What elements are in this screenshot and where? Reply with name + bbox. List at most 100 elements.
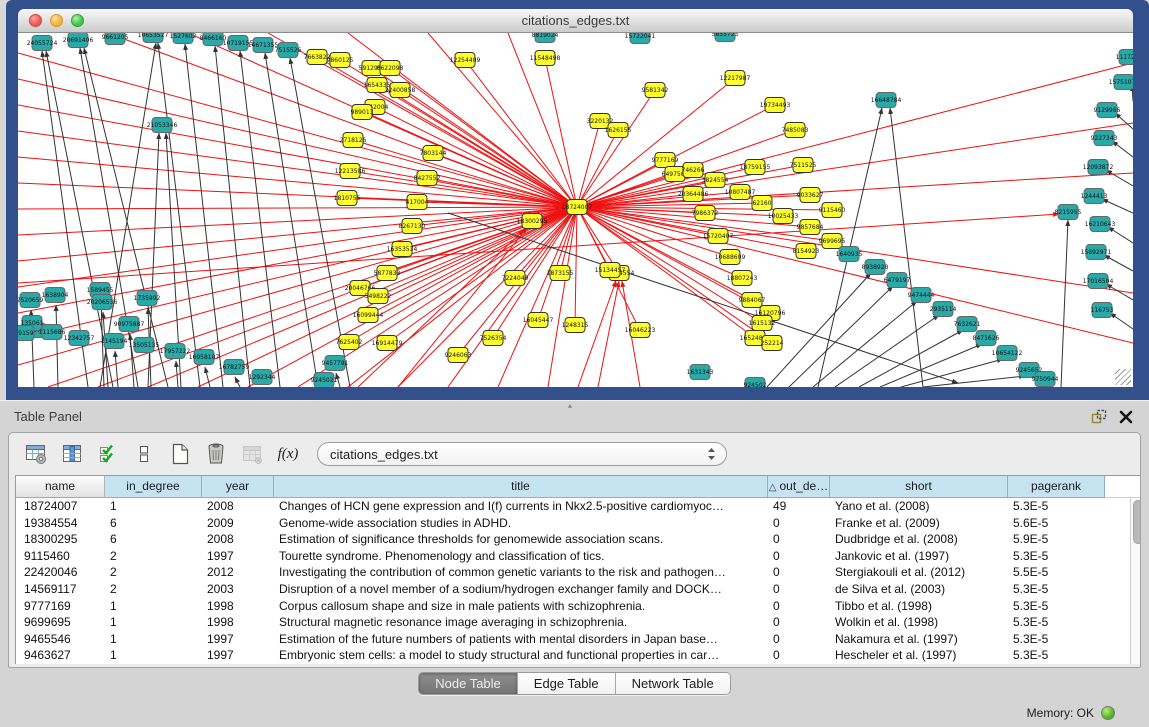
network-edge[interactable] (880, 344, 982, 387)
table-cell[interactable]: 2009 (202, 515, 274, 532)
column-header-pagerank[interactable]: pagerank (1008, 476, 1105, 498)
network-node-9884067[interactable]: 9884067 (739, 293, 766, 308)
network-node-9129966[interactable]: 9129966 (1094, 103, 1121, 118)
table-cell[interactable]: 5.9E-5 (1008, 531, 1105, 548)
network-edge[interactable] (235, 377, 240, 387)
network-node-15692971[interactable]: 15692971 (1081, 245, 1112, 260)
network-edge[interactable] (901, 359, 1003, 387)
network-node-15722041[interactable]: 15722041 (625, 33, 656, 44)
network-node-9115460[interactable]: 9115460 (819, 203, 846, 218)
network-node-8215955[interactable]: 8215955 (1055, 205, 1082, 220)
table-cell[interactable]: Nakamura et al. (1997) (830, 631, 1008, 648)
network-edge[interactable] (575, 207, 577, 325)
network-node-417004[interactable]: 417004 (406, 195, 429, 210)
table-cell[interactable]: 0 (768, 631, 830, 648)
table-row[interactable]: 946554611997Estimation of the future num… (16, 631, 1141, 648)
network-node-18807243[interactable]: 18807243 (727, 271, 758, 286)
network-edge[interactable] (767, 273, 871, 387)
network-edge[interactable] (1112, 141, 1133, 157)
table-cell[interactable]: Genome-wide association studies in ADHD. (274, 515, 768, 532)
network-node-9661205[interactable]: 9661205 (102, 33, 129, 45)
network-node-6479197[interactable]: 6479197 (884, 273, 911, 288)
table-cell[interactable]: Tourette syndrome. Phenomenology and cla… (274, 548, 768, 565)
table-cell[interactable]: 5.6E-5 (1008, 515, 1105, 532)
network-node-1248315[interactable]: 1248315 (562, 318, 589, 333)
network-edge[interactable] (548, 207, 577, 387)
minimize-window-icon[interactable] (50, 14, 63, 27)
table-cell[interactable]: 2 (105, 548, 202, 565)
network-edge[interactable] (205, 367, 210, 387)
network-node-9246063[interactable]: 9246063 (445, 348, 472, 363)
table-cell[interactable]: de Silva et al. (2003) (830, 581, 1008, 598)
network-edge[interactable] (813, 301, 917, 387)
table-cell[interactable]: Disruption of a novel member of a sodium… (274, 581, 768, 598)
table-cell[interactable]: Hescheler et al. (1997) (830, 647, 1008, 664)
table-cell[interactable]: 9465546 (16, 631, 105, 648)
network-node-17957222[interactable]: 17957222 (160, 344, 191, 359)
table-cell[interactable]: 5.3E-5 (1008, 498, 1105, 515)
network-node-7485083[interactable]: 7485083 (782, 123, 809, 138)
table-cell[interactable]: Dudbridge et al. (2008) (830, 531, 1008, 548)
table-row[interactable]: 1938455462009Genome-wide association stu… (16, 515, 1141, 532)
network-node-24055724[interactable]: 24055724 (27, 36, 58, 51)
network-node-7515526[interactable]: 7515526 (275, 43, 302, 58)
table-cell[interactable]: 1 (105, 498, 202, 515)
network-node-1292344[interactable]: 1292344 (249, 370, 276, 385)
close-window-icon[interactable] (29, 14, 42, 27)
network-node-7526354[interactable]: 7526354 (480, 331, 507, 346)
network-node-10654122[interactable]: 10654122 (992, 346, 1023, 361)
table-cell[interactable]: 1 (105, 598, 202, 615)
table-cell[interactable]: 0 (768, 515, 830, 532)
network-edge[interactable] (545, 58, 577, 207)
network-node-9245021[interactable]: 9245021 (311, 373, 338, 388)
network-node-8938928[interactable]: 8938928 (862, 260, 889, 275)
network-node-16353534[interactable]: 16353534 (387, 242, 418, 257)
table-cell[interactable]: 5.3E-5 (1008, 581, 1105, 598)
network-node-9457791[interactable]: 9457791 (322, 356, 349, 371)
network-node-2935114[interactable]: 2935114 (930, 302, 957, 317)
table-cell[interactable]: Tibbo et al. (1998) (830, 598, 1008, 615)
table-cell[interactable]: Jankovic et al. (1997) (830, 548, 1008, 565)
network-node-989013[interactable]: 989013 (351, 105, 374, 120)
network-node-7511525[interactable]: 7511525 (790, 158, 817, 173)
network-node-21053346[interactable]: 21053346 (147, 118, 178, 133)
tab-node-table[interactable]: Node Table (419, 673, 518, 694)
table-cell[interactable]: 9463627 (16, 647, 105, 664)
network-node-9777169[interactable]: 9777169 (652, 153, 679, 168)
function-builder-icon[interactable]: f(x) (275, 441, 301, 467)
network-node-11548498[interactable]: 11548498 (530, 51, 561, 66)
network-node-12213586[interactable]: 12213586 (335, 164, 366, 179)
table-cell[interactable]: 19384554 (16, 515, 105, 532)
network-node-1527602[interactable]: 1527602 (170, 33, 197, 44)
resize-grip-icon[interactable] (1115, 369, 1131, 385)
table-cell[interactable]: Estimation of significance thresholds fo… (274, 531, 768, 548)
zoom-window-icon[interactable] (71, 14, 84, 27)
table-row[interactable]: 977716911998Corpus callosum shape and si… (16, 598, 1141, 615)
table-cell[interactable]: 6 (105, 515, 202, 532)
network-node-8819024[interactable]: 8819024 (532, 33, 559, 43)
table-cell[interactable]: Wolkin et al. (1998) (830, 614, 1008, 631)
network-node-90975887[interactable]: 90975887 (114, 317, 145, 332)
table-cell[interactable]: 2008 (202, 498, 274, 515)
network-node-1615132[interactable]: 1615132 (749, 316, 776, 331)
network-node-9581342[interactable]: 9581342 (642, 83, 669, 98)
merge-rows-icon[interactable] (131, 441, 157, 467)
table-cell[interactable]: 0 (768, 581, 830, 598)
network-node-1631343[interactable]: 1631343 (687, 365, 714, 380)
network-node-9860125[interactable]: 9860125 (327, 53, 354, 68)
network-node-7632621[interactable]: 7632621 (954, 317, 981, 332)
network-node-1873155[interactable]: 1873155 (547, 266, 574, 281)
network-node-12217987[interactable]: 12217987 (720, 71, 751, 86)
network-edge[interactable] (577, 173, 1133, 207)
column-header-year[interactable]: year (202, 476, 274, 498)
network-edge[interactable] (18, 207, 577, 209)
network-node-1638904[interactable]: 1638904 (42, 288, 69, 303)
network-node-15751074[interactable]: 15751074 (1109, 75, 1133, 90)
network-node-16648784[interactable]: 16648784 (871, 93, 902, 108)
network-node-2520659[interactable]: 2520659 (18, 293, 44, 308)
table-cell[interactable]: 9699695 (16, 614, 105, 631)
network-node-1735992[interactable]: 1735992 (134, 291, 161, 306)
network-node-12342757[interactable]: 12342757 (64, 331, 95, 346)
network-edge[interactable] (578, 281, 616, 387)
table-row[interactable]: 1830029562008Estimation of significance … (16, 531, 1141, 548)
